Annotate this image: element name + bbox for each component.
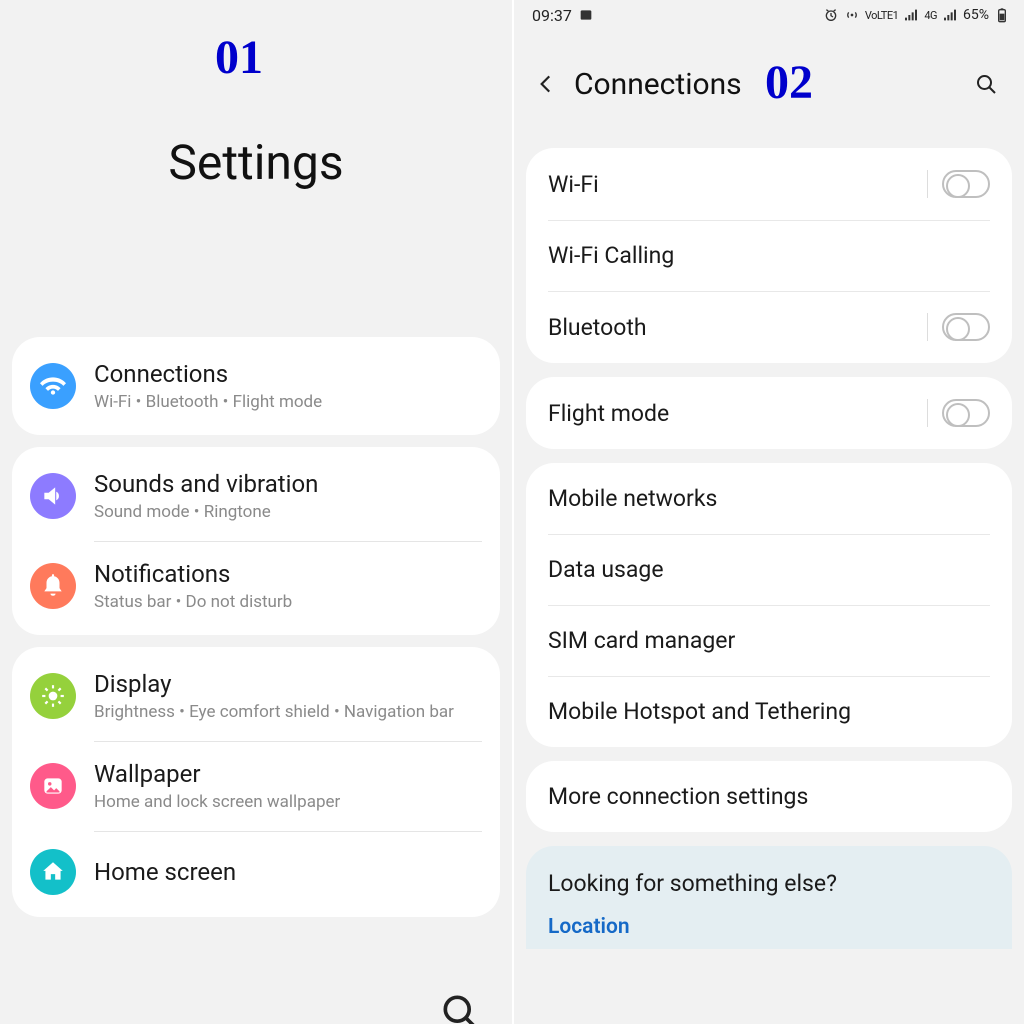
settings-group: Connections Wi-Fi • Bluetooth • Flight m… bbox=[12, 337, 500, 435]
item-label: More connection settings bbox=[548, 783, 990, 810]
separator bbox=[927, 170, 928, 198]
wifi-icon bbox=[30, 363, 76, 409]
item-label: Wi-Fi Calling bbox=[548, 242, 990, 269]
hint-link-location[interactable]: Location bbox=[548, 915, 990, 939]
hint-title: Looking for something else? bbox=[548, 870, 990, 897]
connections-pane: 09:37 VoLTE1 4G 65% Connections Wi-Fi bbox=[512, 0, 1024, 1024]
connections-item-wifi[interactable]: Wi-Fi bbox=[526, 148, 1012, 220]
step-label-1: 01 bbox=[215, 30, 263, 85]
item-label: Bluetooth bbox=[548, 314, 927, 341]
signal-icon bbox=[903, 7, 919, 23]
hotspot-icon bbox=[844, 7, 860, 23]
settings-item-sub: Brightness • Eye comfort shield • Naviga… bbox=[94, 701, 480, 723]
connections-item-sim-manager[interactable]: SIM card manager bbox=[526, 605, 1012, 676]
search-icon bbox=[438, 990, 482, 1024]
connections-item-mobile-networks[interactable]: Mobile networks bbox=[526, 463, 1012, 534]
item-label: SIM card manager bbox=[548, 627, 990, 654]
status-battery: 65% bbox=[963, 7, 989, 23]
sun-icon bbox=[30, 673, 76, 719]
settings-item-label: Sounds and vibration bbox=[94, 469, 480, 499]
connections-item-hotspot[interactable]: Mobile Hotspot and Tethering bbox=[526, 676, 1012, 747]
wifi-toggle[interactable] bbox=[942, 170, 990, 198]
settings-item-label: Connections bbox=[94, 359, 480, 389]
status-volte: VoLTE1 bbox=[865, 9, 898, 22]
settings-item-label: Display bbox=[94, 669, 480, 699]
bluetooth-toggle[interactable] bbox=[942, 313, 990, 341]
item-label: Flight mode bbox=[548, 400, 927, 427]
connections-group: Mobile networks Data usage SIM card mana… bbox=[526, 463, 1012, 747]
settings-group: Sounds and vibration Sound mode • Ringto… bbox=[12, 447, 500, 635]
status-bar: 09:37 VoLTE1 4G 65% bbox=[514, 0, 1024, 30]
item-label: Wi-Fi bbox=[548, 171, 927, 198]
settings-item-label: Home screen bbox=[94, 857, 480, 887]
page-title: Settings bbox=[168, 134, 343, 191]
status-time: 09:37 bbox=[532, 6, 572, 25]
connections-item-data-usage[interactable]: Data usage bbox=[526, 534, 1012, 605]
search-icon bbox=[974, 72, 998, 96]
image-indicator-icon bbox=[578, 7, 594, 23]
connections-group: Flight mode bbox=[526, 377, 1012, 449]
settings-item-sub: Status bar • Do not disturb bbox=[94, 591, 480, 613]
settings-item-wallpaper[interactable]: Wallpaper Home and lock screen wallpaper bbox=[12, 741, 500, 831]
speaker-icon bbox=[30, 473, 76, 519]
settings-item-sub: Home and lock screen wallpaper bbox=[94, 791, 480, 813]
hint-card: Looking for something else? Location bbox=[526, 846, 1012, 949]
settings-item-label: Wallpaper bbox=[94, 759, 480, 789]
search-button[interactable] bbox=[964, 62, 1008, 106]
settings-item-sub: Wi-Fi • Bluetooth • Flight mode bbox=[94, 391, 480, 413]
connections-item-bluetooth[interactable]: Bluetooth bbox=[526, 291, 1012, 363]
search-button[interactable] bbox=[438, 990, 482, 1024]
item-label: Mobile networks bbox=[548, 485, 990, 512]
alarm-icon bbox=[823, 7, 839, 23]
settings-item-label: Notifications bbox=[94, 559, 480, 589]
separator bbox=[927, 313, 928, 341]
battery-icon bbox=[994, 7, 1010, 23]
flight-mode-toggle[interactable] bbox=[942, 399, 990, 427]
step-label-2: 02 bbox=[765, 55, 813, 110]
home-icon bbox=[30, 849, 76, 895]
image-icon bbox=[30, 763, 76, 809]
item-label: Mobile Hotspot and Tethering bbox=[548, 698, 990, 725]
settings-item-sub: Sound mode • Ringtone bbox=[94, 501, 480, 523]
settings-pane: Settings Connections Wi-Fi • Bluetooth •… bbox=[0, 0, 512, 1024]
back-button[interactable] bbox=[522, 60, 570, 108]
item-label: Data usage bbox=[548, 556, 990, 583]
settings-item-sounds[interactable]: Sounds and vibration Sound mode • Ringto… bbox=[12, 451, 500, 541]
settings-item-home-screen[interactable]: Home screen bbox=[12, 831, 500, 913]
separator bbox=[927, 399, 928, 427]
connections-item-flight-mode[interactable]: Flight mode bbox=[526, 377, 1012, 449]
connections-item-wifi-calling[interactable]: Wi-Fi Calling bbox=[526, 220, 1012, 291]
bell-icon bbox=[30, 563, 76, 609]
signal-icon bbox=[942, 7, 958, 23]
connections-group: More connection settings bbox=[526, 761, 1012, 832]
settings-item-notifications[interactable]: Notifications Status bar • Do not distur… bbox=[12, 541, 500, 631]
connections-item-more[interactable]: More connection settings bbox=[526, 761, 1012, 832]
chevron-left-icon bbox=[533, 71, 559, 97]
status-network: 4G bbox=[924, 9, 937, 22]
settings-item-display[interactable]: Display Brightness • Eye comfort shield … bbox=[12, 651, 500, 741]
settings-group: Display Brightness • Eye comfort shield … bbox=[12, 647, 500, 917]
connections-group: Wi-Fi Wi-Fi Calling Bluetooth bbox=[526, 148, 1012, 363]
settings-item-connections[interactable]: Connections Wi-Fi • Bluetooth • Flight m… bbox=[12, 341, 500, 431]
